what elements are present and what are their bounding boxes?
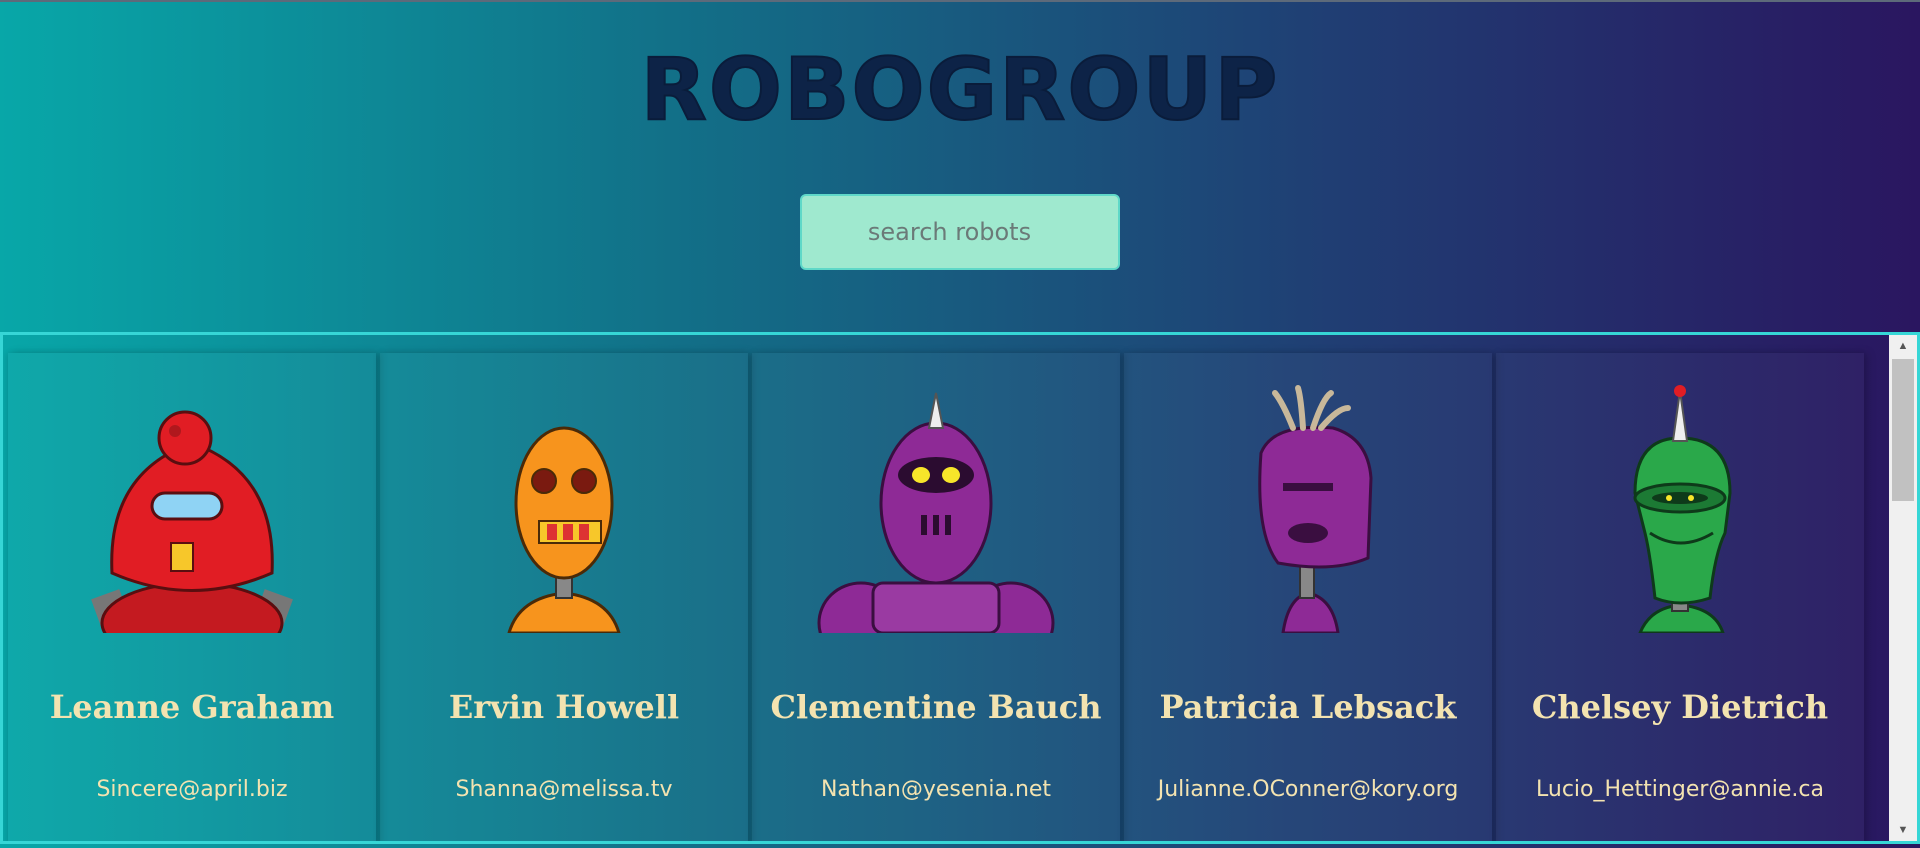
search-input[interactable] bbox=[800, 194, 1120, 270]
scroll-down-icon[interactable]: ▼ bbox=[1889, 819, 1917, 841]
robot-card[interactable]: Leanne Graham Sincere@april.biz bbox=[8, 353, 376, 841]
robot-name: Leanne Graham bbox=[49, 688, 335, 726]
robot-email: Shanna@melissa.tv bbox=[455, 777, 673, 802]
window-top-border bbox=[0, 0, 1920, 2]
green-robot-icon bbox=[1633, 385, 1732, 633]
robot-card[interactable]: Clementine Bauch Nathan@yesenia.net bbox=[752, 353, 1120, 841]
orange-robot-icon bbox=[507, 426, 621, 633]
robot-card[interactable]: Chelsey Dietrich Lucio_Hettinger@annie.c… bbox=[1496, 353, 1864, 841]
red-robot-icon bbox=[91, 410, 293, 633]
robot-email: Lucio_Hettinger@annie.ca bbox=[1536, 777, 1824, 802]
robot-name: Ervin Howell bbox=[448, 688, 680, 726]
card-list-scroll-container[interactable]: Leanne Graham Sincere@april.biz Ervin Ho… bbox=[0, 332, 1920, 844]
robot-email: Nathan@yesenia.net bbox=[820, 777, 1052, 802]
purple-box-robot-icon bbox=[1258, 385, 1373, 633]
scrollbar-thumb[interactable] bbox=[1892, 359, 1914, 501]
app-logo: ROBOGROUP bbox=[640, 39, 1280, 141]
robot-name: Chelsey Dietrich bbox=[1531, 688, 1829, 726]
robot-name: Clementine Bauch bbox=[770, 688, 1102, 726]
scroll-up-icon[interactable]: ▲ bbox=[1889, 335, 1917, 357]
robot-email: Sincere@april.biz bbox=[96, 777, 288, 802]
vertical-scrollbar[interactable]: ▲ ▼ bbox=[1889, 335, 1917, 841]
robot-email: Julianne.OConner@kory.org bbox=[1157, 777, 1459, 802]
purple-robot-icon bbox=[817, 392, 1055, 633]
robot-card[interactable]: Patricia Lebsack Julianne.OConner@kory.o… bbox=[1124, 353, 1492, 841]
robot-name: Patricia Lebsack bbox=[1159, 688, 1457, 726]
robot-card[interactable]: Ervin Howell Shanna@melissa.tv bbox=[380, 353, 748, 841]
card-list: Leanne Graham Sincere@april.biz Ervin Ho… bbox=[8, 353, 1868, 841]
